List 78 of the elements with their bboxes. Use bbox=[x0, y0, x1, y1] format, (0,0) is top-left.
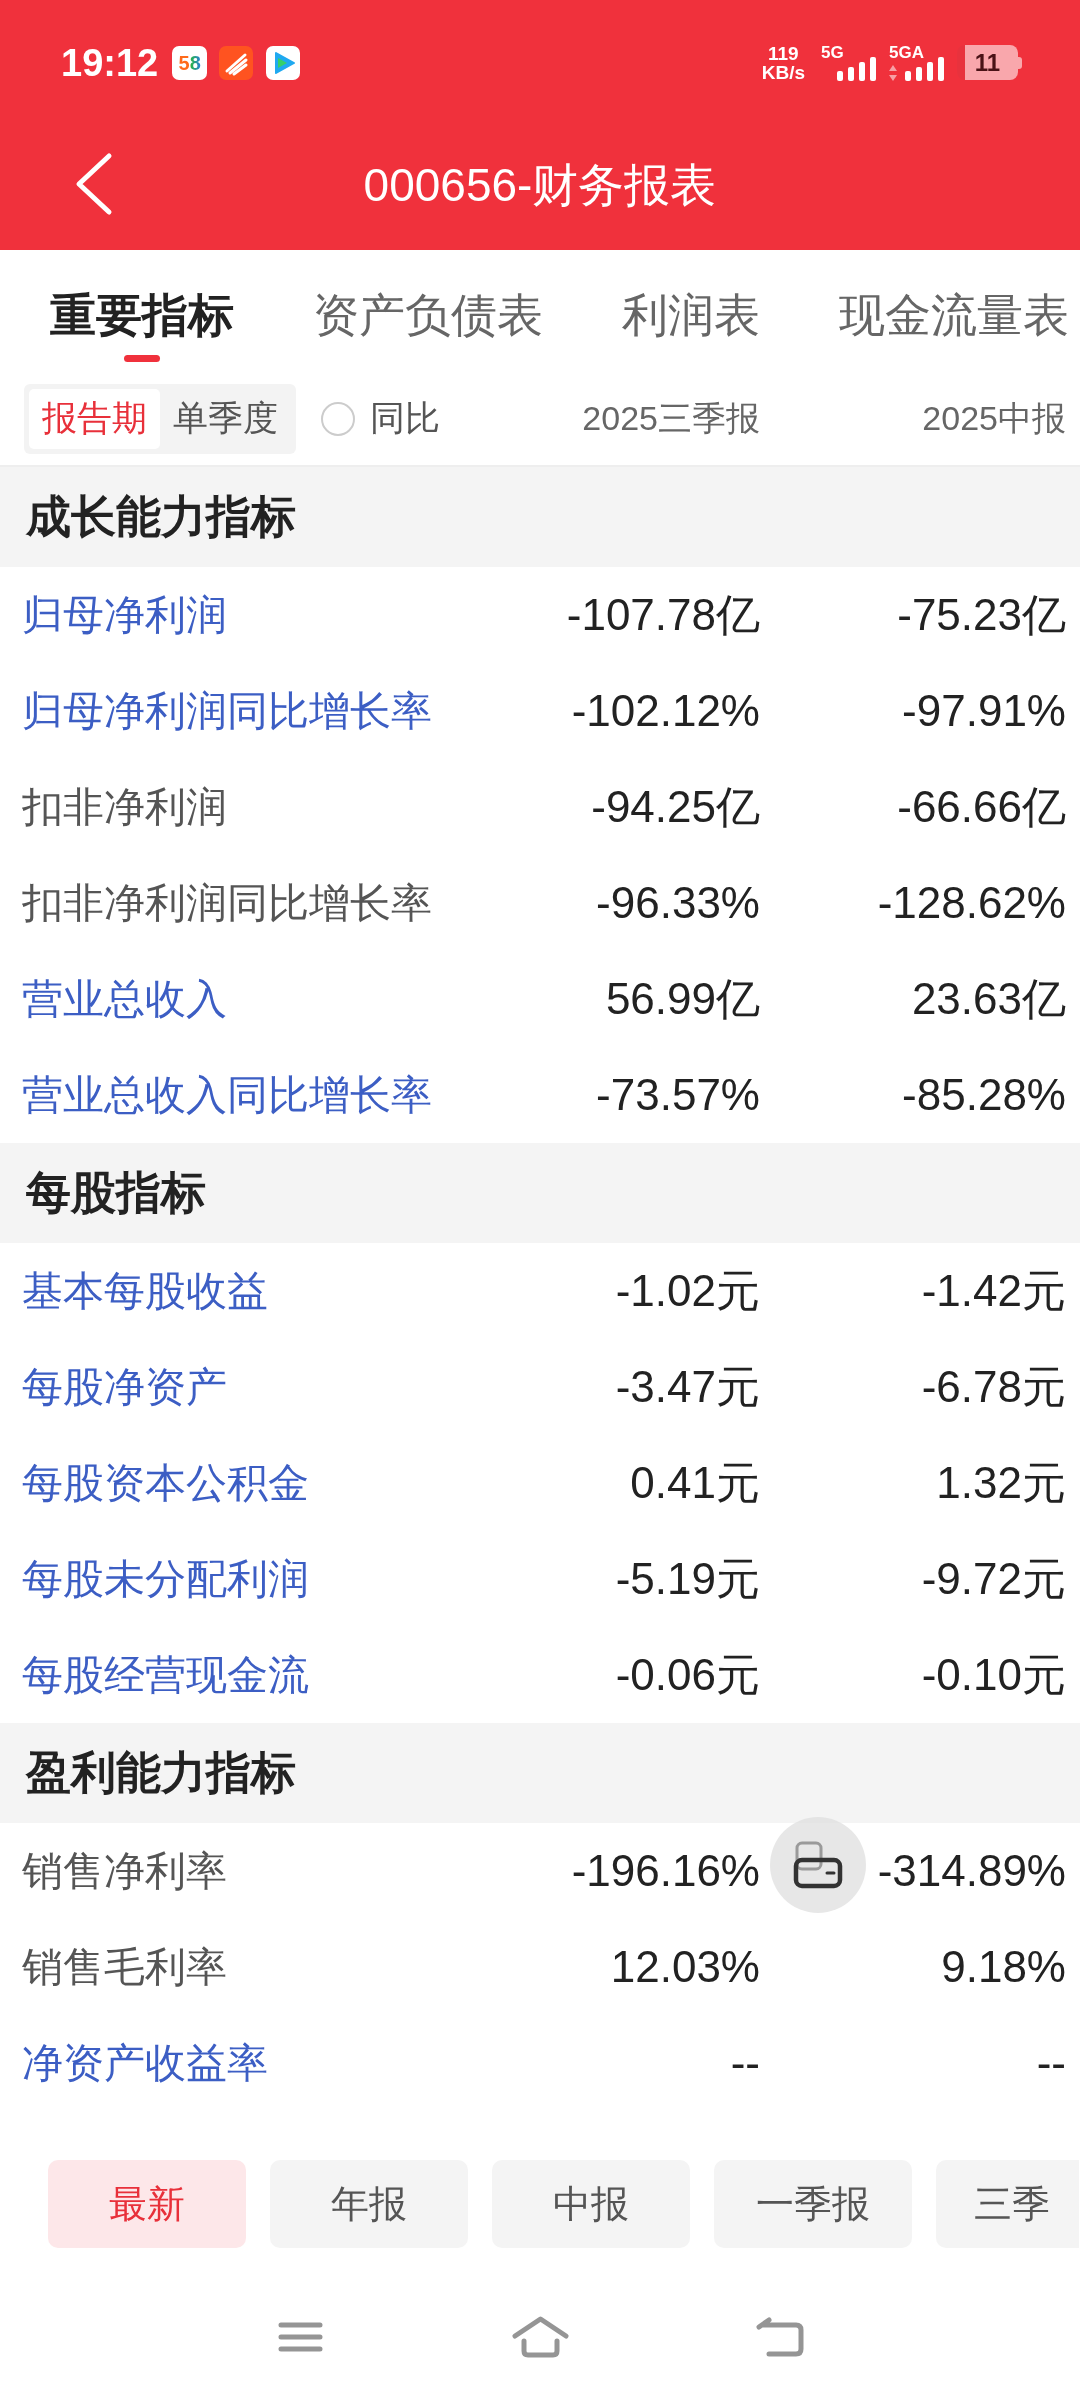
value-cell-text: 1.32元 bbox=[936, 1456, 1066, 1509]
value-cell: -- bbox=[730, 2038, 760, 2088]
metric-label: 扣非净利润 bbox=[22, 782, 227, 832]
period-chip[interactable]: 一季报 bbox=[714, 2160, 912, 2248]
value-cell-text: -9.72元 bbox=[921, 1552, 1066, 1605]
tab[interactable]: 现金流量表 bbox=[839, 250, 1069, 372]
column-header: 2025中报 bbox=[922, 397, 1066, 439]
value-cell: -196.16% bbox=[571, 1846, 760, 1896]
metric-label[interactable]: 净资产收益率 bbox=[22, 2035, 268, 2091]
value-cell: -- bbox=[1036, 2038, 1066, 2088]
metric-label: 销售净利率 bbox=[22, 1846, 227, 1896]
period-chip[interactable]: 中报 bbox=[492, 2160, 690, 2248]
value-cell: 9.18% bbox=[941, 1942, 1066, 1992]
metric-label[interactable]: 归母净利润 bbox=[22, 587, 227, 643]
tab[interactable]: 资产负债表 bbox=[313, 250, 543, 372]
screen-rotation-icon bbox=[793, 1841, 843, 1889]
value-cell-text: -75.23亿 bbox=[897, 588, 1066, 641]
value-cell-text: -0.06元 bbox=[615, 1648, 760, 1701]
value-cell-text: -66.66亿 bbox=[897, 780, 1066, 833]
metric-label[interactable]: 每股资本公积金 bbox=[22, 1455, 309, 1511]
section-header: 每股指标 bbox=[0, 1143, 1080, 1243]
period-chip[interactable]: 三季 bbox=[936, 2160, 1079, 2248]
metric-label: 扣非净利润同比增长率 bbox=[22, 878, 432, 928]
metric-label[interactable]: 营业总收入同比增长率 bbox=[22, 1067, 432, 1123]
play-icon bbox=[266, 45, 301, 80]
network-speed: 119 bbox=[768, 43, 799, 63]
tab-indicator bbox=[124, 355, 160, 362]
value-cell-text: -1.02元 bbox=[615, 1264, 760, 1317]
segment-button[interactable]: 报告期 bbox=[29, 388, 160, 449]
network-type-label: 5GA bbox=[889, 44, 924, 61]
value-cell: -102.12% bbox=[571, 686, 760, 736]
tab[interactable]: 利润表 bbox=[622, 250, 760, 372]
signal-icon bbox=[837, 56, 877, 81]
value-cell-text: 56.99亿 bbox=[605, 972, 760, 1025]
section-header: 成长能力指标 bbox=[0, 467, 1080, 567]
page-title: 000656-财务报表 bbox=[363, 157, 717, 213]
metric-label[interactable]: 营业总收入 bbox=[22, 971, 227, 1027]
yoy-radio[interactable]: 同比 bbox=[321, 395, 440, 442]
value-cell-text: -0.10元 bbox=[921, 1648, 1066, 1701]
value-cell: -85.28% bbox=[902, 1070, 1066, 1120]
segment-button[interactable]: 单季度 bbox=[160, 388, 291, 449]
period-chip[interactable]: 最新 bbox=[48, 2160, 246, 2248]
status-time: 19:12 bbox=[61, 42, 159, 83]
value-cell-text: -1.42元 bbox=[921, 1264, 1066, 1317]
back-icon[interactable] bbox=[755, 2317, 805, 2357]
signal-icon bbox=[905, 56, 945, 81]
metric-label: 销售毛利率 bbox=[22, 1942, 227, 1992]
home-icon[interactable] bbox=[511, 2316, 569, 2358]
diagonal-stripes-icon bbox=[219, 45, 254, 80]
chevron-left-icon[interactable] bbox=[74, 151, 114, 216]
value-cell-text: -5.19元 bbox=[615, 1552, 760, 1605]
app-logo: 58 bbox=[172, 45, 208, 80]
value-cell: -97.91% bbox=[902, 686, 1066, 736]
value-cell-text: -3.47元 bbox=[615, 1360, 760, 1413]
value-cell-text: -94.25亿 bbox=[591, 780, 760, 833]
metric-label[interactable]: 每股经营现金流 bbox=[22, 1647, 309, 1703]
network-speed-unit: KB/s bbox=[761, 62, 805, 82]
metric-label[interactable]: 基本每股收益 bbox=[22, 1263, 268, 1319]
battery-indicator: 11 bbox=[957, 45, 1022, 80]
tab[interactable]: 重要指标 bbox=[50, 250, 234, 372]
section-header: 盈利能力指标 bbox=[0, 1723, 1080, 1823]
value-cell-text: 23.63亿 bbox=[911, 972, 1066, 1025]
value-cell: -314.89% bbox=[877, 1846, 1066, 1896]
value-cell-text: -107.78亿 bbox=[566, 588, 760, 641]
value-cell: -96.33% bbox=[596, 878, 760, 928]
menu-icon[interactable] bbox=[277, 2322, 323, 2352]
value-cell: -73.57% bbox=[596, 1070, 760, 1120]
network-type-label: 5G bbox=[821, 44, 844, 61]
column-header: 2025三季报 bbox=[582, 397, 760, 439]
metric-label[interactable]: 每股净资产 bbox=[22, 1359, 227, 1415]
value-cell: 12.03% bbox=[610, 1942, 760, 1992]
metric-label[interactable]: 归母净利润同比增长率 bbox=[22, 683, 432, 739]
period-chip[interactable]: 年报 bbox=[270, 2160, 468, 2248]
value-cell: -128.62% bbox=[877, 878, 1066, 928]
data-arrows-icon bbox=[889, 64, 897, 81]
metric-label[interactable]: 每股未分配利润 bbox=[22, 1551, 309, 1607]
value-cell-text: -6.78元 bbox=[921, 1360, 1066, 1413]
value-cell-text: 0.41元 bbox=[630, 1456, 760, 1509]
